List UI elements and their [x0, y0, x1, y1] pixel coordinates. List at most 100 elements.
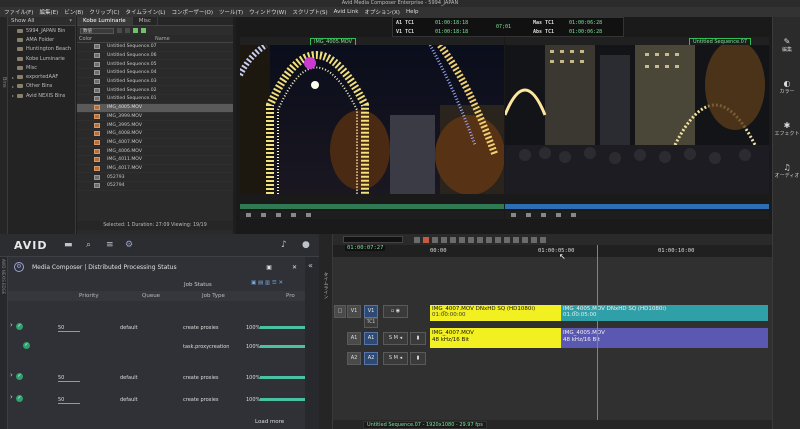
tool-icon[interactable] [459, 236, 465, 243]
record-monitor-image[interactable] [505, 45, 769, 194]
bin-item[interactable]: IMG_3999.MOV [77, 113, 233, 122]
tool-icon[interactable] [504, 236, 510, 243]
column-name[interactable]: Name [105, 36, 170, 42]
col-job-type[interactable]: Job Type [202, 293, 225, 299]
menu-item[interactable]: ツール(T) [219, 8, 243, 16]
job-row[interactable]: › ✓ 50 default create proxies 100% [8, 393, 308, 406]
job-row[interactable]: › ✓ 50 default create proxies 100% [8, 321, 308, 334]
track-tc1[interactable]: TC1 [364, 318, 378, 328]
tab-misc[interactable]: Misc [133, 17, 158, 25]
mark-out-icon[interactable] [526, 213, 531, 217]
palette-color[interactable]: ◐ カラー [773, 79, 800, 95]
timecode-display[interactable]: A1 TC1 01:00:18:18 V1 TC1 01:00:18:18 07… [392, 17, 624, 37]
bin-tree-item[interactable]: ▸ Avid NEXIS Bins [8, 91, 75, 100]
menu-item[interactable]: クリップ(C) [89, 8, 119, 16]
source-track-v1[interactable]: □ [334, 305, 346, 318]
priority-value[interactable]: 50 [58, 397, 80, 404]
menu-item[interactable]: タイムライン(L) [125, 8, 165, 16]
bin-item[interactable]: Untitled Sequence.02 [77, 86, 233, 96]
bin-tree-item[interactable]: 5994_JAPAN Bin [8, 26, 75, 35]
filter-icons[interactable]: ▣ ▤ ▥ ☰ ✕ [251, 280, 283, 286]
expand-row-icon[interactable]: › [10, 393, 13, 401]
bin-tree-item[interactable]: Misc [8, 63, 75, 72]
extract-icon[interactable] [571, 213, 576, 217]
timeline-ruler[interactable]: 01:00:07:27 00:00 01:00:05:00 01:00:10:0… [333, 245, 772, 257]
window-icon[interactable]: ▣ [266, 264, 272, 271]
bin-item[interactable]: 052794 [77, 182, 233, 191]
audio-segment-1[interactable]: IMG_4007.MOV 48 kHz/16 Bit [430, 328, 561, 348]
tool-icon[interactable] [513, 236, 519, 243]
bin-item[interactable]: IMG_4017.MOV [77, 165, 233, 174]
video-segment-1[interactable]: IMG_4007.MOV DNxHD SQ (HD1080i) 01:00:00:… [430, 305, 561, 321]
bin-item[interactable]: IMG_4005.MOV [77, 103, 233, 113]
play-icon[interactable] [276, 213, 281, 217]
track-a1-meter[interactable]: ▮ [410, 332, 426, 345]
priority-value[interactable]: 50 [58, 375, 80, 382]
track-v1[interactable]: V1 [364, 305, 378, 318]
tool-icon[interactable] [531, 236, 537, 243]
bin-item[interactable]: Untitled Sequence.01 [77, 95, 233, 104]
bin-item[interactable]: Untitled Sequence.07 [77, 43, 233, 52]
bin-item[interactable]: Untitled Sequence.05 [77, 60, 233, 70]
menu-item[interactable]: オプション(X) [364, 8, 400, 16]
menu-item[interactable]: ファイル(F) [4, 8, 33, 16]
bin-tree-item[interactable]: Huntington Beach [8, 45, 75, 54]
bin-tree-item[interactable]: Kobe Luminarie [8, 54, 75, 63]
source-monitor-image[interactable] [240, 45, 504, 194]
timeline-side-tab[interactable]: タイムライン [319, 234, 333, 429]
overwrite-icon[interactable] [306, 213, 311, 217]
expand-row-icon[interactable]: › [10, 321, 13, 329]
tool-icon[interactable] [414, 236, 420, 243]
bin-tree-header[interactable]: Show All ▾ [8, 17, 75, 26]
menu-item[interactable]: 編集(E) [39, 8, 58, 16]
bin-tree-item[interactable]: ▸ exportedAAF [8, 72, 75, 81]
bin-item[interactable]: IMG_4007.MOV [77, 139, 233, 148]
mark-in-icon[interactable] [246, 213, 251, 217]
collapse-icon[interactable]: « [308, 261, 313, 270]
folder-icon[interactable]: ▬ [64, 240, 73, 250]
palette-effect[interactable]: ✱ エフェクト [773, 121, 800, 137]
menu-item[interactable]: Avid Link [334, 9, 359, 15]
bell-icon[interactable]: ♪ [281, 240, 287, 250]
list-icon[interactable]: ≡ [106, 240, 114, 250]
audio-segment-2[interactable]: IMG_4005.MOV 48 kHz/16 Bit [561, 328, 768, 348]
tab-kobe-luminarie[interactable]: Kobe Luminarie [77, 17, 133, 25]
bin-item[interactable]: IMG_4008.MOV [77, 130, 233, 139]
bin-sync-icon[interactable] [141, 28, 146, 33]
record-position-bar[interactable] [505, 204, 769, 209]
track-a1[interactable]: A1 [364, 332, 378, 345]
gear-icon[interactable]: ⚙ [125, 240, 133, 250]
timeline-playhead[interactable] [597, 245, 598, 420]
col-progress[interactable]: Pro [286, 293, 295, 299]
palette-audio[interactable]: ♫ オーディオ [773, 163, 800, 179]
dp-side-tab[interactable]: AVID NEXIS EDGE [0, 257, 8, 429]
bin-view-select[interactable]: 数値 [80, 27, 114, 34]
bin-item[interactable]: 052793 [77, 173, 233, 182]
track-a2[interactable]: A2 [364, 352, 378, 365]
bin-tree-item[interactable]: AMA Folder [8, 35, 75, 44]
bin-item[interactable]: Untitled Sequence.03 [77, 78, 233, 87]
avatar[interactable]: ● [302, 240, 310, 250]
bin-item[interactable]: IMG_4011.MOV [77, 156, 233, 165]
bin-view-icon[interactable] [117, 28, 122, 33]
tool-icon[interactable] [432, 236, 438, 243]
menu-item[interactable]: コンポーザー(O) [171, 8, 213, 16]
bin-item[interactable]: IMG_4006.MOV [77, 147, 233, 156]
chevron-down-icon[interactable]: ▾ [69, 18, 72, 24]
track-v1-controls[interactable]: ▫ ◉ [383, 305, 408, 318]
lift-icon[interactable] [556, 213, 561, 217]
col-priority[interactable]: Priority [79, 293, 99, 299]
load-more-button[interactable]: Load more [255, 419, 284, 425]
track-a2-controls[interactable]: S M ◂ [383, 352, 408, 365]
tool-icon[interactable] [450, 236, 456, 243]
mark-in-icon[interactable] [511, 213, 516, 217]
track-a2-meter[interactable]: ▮ [410, 352, 426, 365]
dp-collapse-strip[interactable]: « [305, 257, 319, 429]
tool-icon[interactable] [540, 236, 546, 243]
bin-lock-icon[interactable] [133, 28, 138, 33]
bin-item[interactable]: Untitled Sequence.04 [77, 69, 233, 78]
mark-out-icon[interactable] [261, 213, 266, 217]
source-position-bar[interactable] [240, 204, 504, 209]
source-track-a1[interactable]: A1 [347, 332, 361, 345]
close-icon[interactable]: ✕ [292, 264, 297, 271]
